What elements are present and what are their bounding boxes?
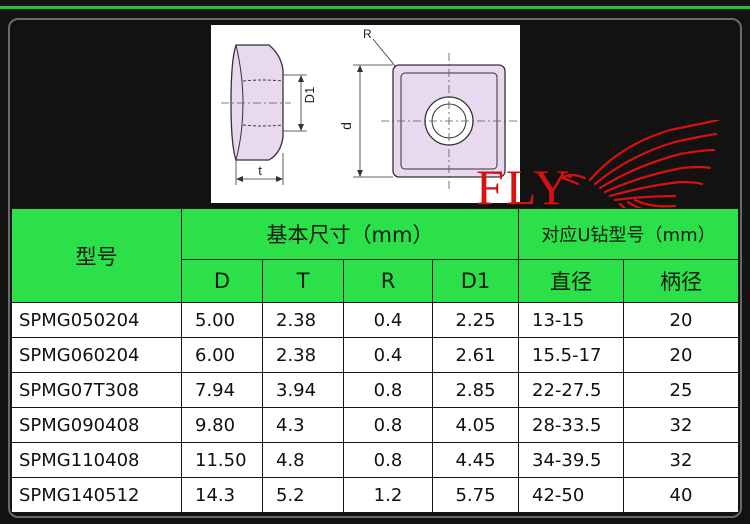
cell-model: SPMG050204 bbox=[11, 302, 182, 338]
cell-d: 5.00 bbox=[181, 302, 263, 338]
cell-diameter: 15.5-17 bbox=[518, 337, 624, 373]
cell-model: SPMG060204 bbox=[11, 337, 182, 373]
cell-shank: 25 bbox=[623, 372, 739, 408]
cell-t: 4.8 bbox=[262, 442, 344, 478]
cell-t: 2.38 bbox=[262, 337, 344, 373]
cell-model: SPMG090408 bbox=[11, 407, 182, 443]
table-row: SPMG140512 14.3 5.2 1.2 5.75 42-50 40 bbox=[11, 477, 739, 513]
cell-d: 6.00 bbox=[181, 337, 263, 373]
table-row: SPMG090408 9.80 4.3 0.8 4.05 28-33.5 32 bbox=[11, 407, 739, 443]
cell-r: 0.4 bbox=[343, 302, 433, 338]
table-header-row-1: 型号 基本尺寸（mm） 对应U钻型号（mm） bbox=[11, 208, 739, 303]
cell-shank: 20 bbox=[623, 302, 739, 338]
header-model: 型号 bbox=[11, 208, 182, 303]
cell-model: SPMG140512 bbox=[11, 477, 182, 513]
cell-diameter: 34-39.5 bbox=[518, 442, 624, 478]
cell-d1: 2.85 bbox=[432, 372, 519, 408]
cell-r: 0.8 bbox=[343, 372, 433, 408]
t-arrow-left bbox=[236, 176, 243, 182]
cell-r: 0.8 bbox=[343, 442, 433, 478]
d-label: d bbox=[338, 122, 354, 130]
table-row: SPMG110408 11.50 4.8 0.8 4.45 34-39.5 32 bbox=[11, 442, 739, 478]
cell-d: 7.94 bbox=[181, 372, 263, 408]
spec-table: 型号 基本尺寸（mm） 对应U钻型号（mm） D T R D1 直径 柄径 SP… bbox=[11, 208, 739, 513]
cell-shank: 40 bbox=[623, 477, 739, 513]
cell-diameter: 22-27.5 bbox=[518, 372, 624, 408]
d1-arrow-top bbox=[298, 75, 304, 82]
header-drill-model: 对应U钻型号（mm） bbox=[518, 208, 739, 260]
top-accent-line bbox=[0, 6, 750, 9]
d1-arrow-bottom bbox=[298, 124, 304, 131]
header-col-d: D bbox=[181, 259, 263, 303]
cell-shank: 20 bbox=[623, 337, 739, 373]
insert-side-view bbox=[230, 44, 284, 161]
cell-d: 11.50 bbox=[181, 442, 263, 478]
cell-t: 3.94 bbox=[262, 372, 344, 408]
header-col-t: T bbox=[262, 259, 344, 303]
t-label: t bbox=[258, 163, 262, 178]
cell-t: 2.38 bbox=[262, 302, 344, 338]
cell-diameter: 28-33.5 bbox=[518, 407, 624, 443]
cell-diameter: 42-50 bbox=[518, 477, 624, 513]
cell-shank: 32 bbox=[623, 407, 739, 443]
logo-text: FLY bbox=[476, 159, 572, 215]
cell-d1: 5.75 bbox=[432, 477, 519, 513]
d-arrow-top bbox=[357, 65, 363, 72]
cell-d: 9.80 bbox=[181, 407, 263, 443]
header-basic-size: 基本尺寸（mm） bbox=[181, 208, 519, 260]
t-arrow-right bbox=[276, 176, 283, 182]
cell-d1: 2.61 bbox=[432, 337, 519, 373]
header-col-shank: 柄径 bbox=[623, 259, 739, 303]
d-arrow-bottom bbox=[357, 170, 363, 177]
cell-r: 1.2 bbox=[343, 477, 433, 513]
table-row: SPMG07T308 7.94 3.94 0.8 2.85 22-27.5 25 bbox=[11, 372, 739, 408]
cell-model: SPMG110408 bbox=[11, 442, 182, 478]
r-leader-line bbox=[372, 38, 397, 68]
cell-shank: 32 bbox=[623, 442, 739, 478]
r-label: R bbox=[363, 27, 372, 41]
header-col-diameter: 直径 bbox=[518, 259, 624, 303]
cell-d1: 4.45 bbox=[432, 442, 519, 478]
header-col-r: R bbox=[343, 259, 433, 303]
cell-d1: 4.05 bbox=[432, 407, 519, 443]
cell-diameter: 13-15 bbox=[518, 302, 624, 338]
cell-t: 4.3 bbox=[262, 407, 344, 443]
table-row: SPMG060204 6.00 2.38 0.4 2.61 15.5-17 20 bbox=[11, 337, 739, 373]
table-row: SPMG050204 5.00 2.38 0.4 2.25 13-15 20 bbox=[11, 302, 739, 338]
cell-model: SPMG07T308 bbox=[11, 372, 182, 408]
cell-d: 14.3 bbox=[181, 477, 263, 513]
cell-t: 5.2 bbox=[262, 477, 344, 513]
cell-d1: 2.25 bbox=[432, 302, 519, 338]
cell-r: 0.8 bbox=[343, 407, 433, 443]
d1-label: D1 bbox=[302, 87, 317, 104]
cell-r: 0.4 bbox=[343, 337, 433, 373]
header-col-d1: D1 bbox=[432, 259, 519, 303]
